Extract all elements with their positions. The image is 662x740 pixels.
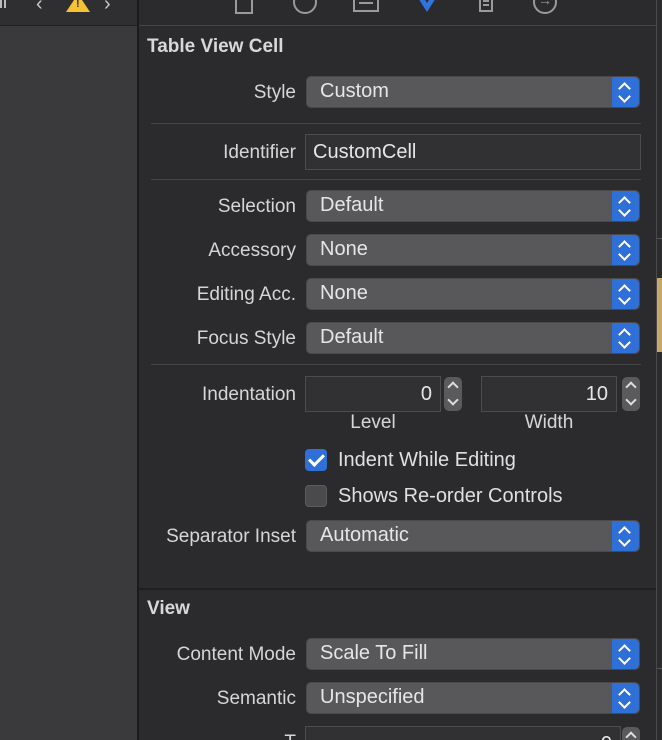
popup-arrows-icon: [612, 323, 639, 353]
content-mode-value: Scale To Fill: [320, 642, 428, 664]
identifier-value: CustomCell: [313, 141, 417, 163]
separator: [151, 179, 641, 180]
canvas-line: [657, 668, 662, 669]
indentation-width-value: 10: [585, 383, 608, 405]
file-inspector-icon[interactable]: [235, 0, 253, 14]
semantic-label: Semantic: [216, 688, 296, 709]
indent-while-editing-checkbox[interactable]: [305, 449, 327, 471]
editor-jump-bar: ‹ ›: [0, 0, 137, 26]
popup-arrows-icon: [612, 683, 639, 713]
focus-style-value: Default: [320, 326, 384, 348]
size-inspector-icon[interactable]: [479, 0, 493, 12]
indentation-label: Indentation: [201, 384, 296, 405]
semantic-value: Unspecified: [320, 686, 425, 708]
attributes-inspector-panel: Table View Cell Style Custom Identifier …: [139, 0, 656, 740]
editing-accessory-value: None: [320, 282, 368, 304]
attributes-inspector-icon[interactable]: [413, 0, 441, 12]
separator: [151, 123, 641, 124]
tag-stepper[interactable]: [622, 727, 640, 740]
content-mode-popup[interactable]: Scale To Fill: [306, 638, 640, 670]
indentation-width-field[interactable]: 10: [481, 376, 617, 412]
editing-accessory-popup[interactable]: None: [306, 278, 640, 310]
popup-arrows-icon: [612, 77, 639, 107]
shows-reorder-controls-label[interactable]: Shows Re-order Controls: [338, 485, 563, 508]
accessory-label: Accessory: [208, 240, 296, 261]
indentation-level-value: 0: [420, 383, 432, 405]
identifier-field[interactable]: CustomCell: [305, 134, 641, 170]
style-label: Style: [253, 82, 296, 103]
separator-inset-label: Separator Inset: [166, 526, 296, 547]
editor-area: ‹ ›: [0, 0, 137, 740]
separator-inset-popup[interactable]: Automatic: [306, 520, 640, 552]
accessory-value: None: [320, 238, 368, 260]
tag-label: T: [284, 732, 296, 740]
shows-reorder-controls-checkbox[interactable]: [305, 485, 327, 507]
focus-style-popup[interactable]: Default: [306, 322, 640, 354]
connections-inspector-icon[interactable]: [533, 0, 557, 14]
identity-inspector-icon[interactable]: [353, 0, 379, 12]
semantic-popup[interactable]: Unspecified: [306, 682, 640, 714]
section-title-view: View: [147, 598, 190, 619]
style-value: Custom: [320, 80, 389, 102]
accessory-popup[interactable]: None: [306, 234, 640, 266]
popup-arrows-icon: [612, 191, 639, 221]
tag-value: 0: [601, 733, 612, 740]
popup-arrows-icon: [612, 279, 639, 309]
canvas-edge: [656, 0, 662, 740]
tag-field[interactable]: 0: [305, 726, 621, 740]
indent-while-editing-label[interactable]: Indent While Editing: [338, 449, 516, 472]
indentation-width-stepper[interactable]: [622, 377, 640, 411]
indentation-level-label: Level: [350, 412, 396, 433]
quick-help-icon[interactable]: [293, 0, 317, 14]
canvas-element: [657, 278, 662, 352]
content-mode-label: Content Mode: [176, 644, 296, 665]
indentation-level-field[interactable]: 0: [305, 376, 441, 412]
indentation-width-label: Width: [524, 412, 574, 433]
separator: [151, 364, 641, 365]
indentation-level-stepper[interactable]: [444, 377, 462, 411]
focus-style-label: Focus Style: [196, 328, 296, 349]
popup-arrows-icon: [612, 235, 639, 265]
forward-chevron-icon[interactable]: ›: [104, 0, 111, 16]
separator-inset-value: Automatic: [320, 524, 409, 546]
editing-accessory-label: Editing Acc.: [196, 284, 296, 305]
popup-arrows-icon: [612, 521, 639, 551]
popup-arrows-icon: [612, 639, 639, 669]
style-popup[interactable]: Custom: [306, 76, 640, 108]
inspector-tab-bar: [139, 0, 656, 26]
canvas-line: [657, 238, 662, 239]
section-divider: [139, 588, 656, 590]
warning-icon[interactable]: [66, 0, 90, 12]
selection-popup[interactable]: Default: [306, 190, 640, 222]
selection-value: Default: [320, 194, 384, 216]
identifier-label: Identifier: [223, 142, 296, 163]
selection-label: Selection: [217, 196, 296, 217]
back-chevron-icon[interactable]: ‹: [36, 0, 43, 16]
related-items-icon[interactable]: [0, 0, 6, 8]
section-title-table-view-cell: Table View Cell: [147, 36, 284, 57]
